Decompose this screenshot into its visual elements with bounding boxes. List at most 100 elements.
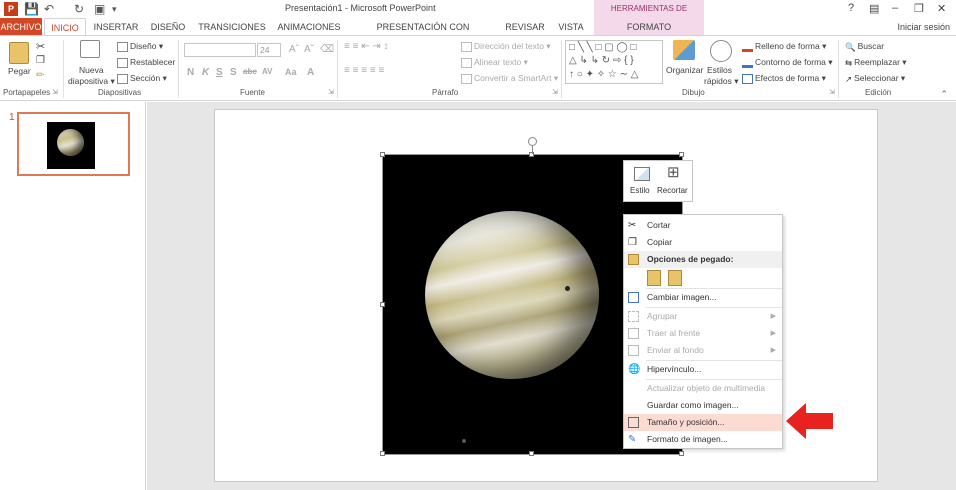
start-presentation-icon[interactable]: ▣ bbox=[94, 1, 105, 17]
italic-button[interactable]: K bbox=[202, 67, 209, 78]
dialog-launcher-icon[interactable]: ⇲ bbox=[52, 88, 58, 96]
tab-animaciones[interactable]: ANIMACIONES bbox=[274, 18, 344, 36]
menu-item-change-picture[interactable]: Cambiar imagen... bbox=[624, 289, 782, 306]
arrange-icon[interactable] bbox=[673, 40, 695, 60]
style-button[interactable]: Estilo bbox=[630, 186, 650, 195]
strikethrough-button[interactable]: abc bbox=[243, 67, 257, 76]
format-painter-icon[interactable]: ✏ bbox=[36, 70, 44, 81]
dialog-launcher-icon[interactable]: ⇲ bbox=[552, 88, 558, 96]
cut-icon[interactable]: ✂ bbox=[36, 40, 45, 53]
menu-item-bring-front[interactable]: Traer al frente ▶ bbox=[624, 325, 782, 342]
crop-icon[interactable]: ⊞ bbox=[667, 163, 680, 181]
section-button[interactable]: Sección ▾ bbox=[117, 73, 167, 84]
redo-icon[interactable]: ↻ bbox=[74, 1, 84, 17]
copy-icon[interactable]: ❐ bbox=[36, 55, 45, 66]
resize-handle-w[interactable] bbox=[380, 302, 385, 307]
quick-styles-dropdown[interactable]: rápidos ▾ bbox=[704, 76, 739, 87]
tab-insertar[interactable]: INSERTAR bbox=[90, 18, 142, 36]
shape-effects-button[interactable]: Efectos de forma ▾ bbox=[742, 73, 826, 84]
arrange-button[interactable]: Organizar bbox=[666, 65, 703, 75]
menu-item-copy[interactable]: ❐ Copiar bbox=[624, 234, 782, 251]
new-slide-button[interactable]: Nueva bbox=[79, 65, 104, 75]
tab-transiciones[interactable]: TRANSICIONES bbox=[194, 18, 270, 36]
layout-icon bbox=[117, 41, 128, 52]
menu-item-group[interactable]: Agrupar ▶ bbox=[624, 308, 782, 325]
menu-item-format-picture[interactable]: ✎ Formato de imagen... bbox=[624, 431, 782, 448]
shape-outline-button[interactable]: Contorno de forma ▾ bbox=[742, 57, 833, 68]
align-text-button[interactable]: Alinear texto ▾ bbox=[461, 57, 528, 68]
select-button[interactable]: ↗ Seleccionar ▾ bbox=[845, 73, 905, 84]
restore-button[interactable]: ❐ bbox=[914, 2, 924, 15]
replace-button[interactable]: ⇆ Reemplazar ▾ bbox=[845, 57, 907, 68]
shapes-row-2[interactable]: △ ↳ ↳ ↻ ⇨ { } bbox=[569, 55, 634, 66]
align-icons[interactable]: ≡ ≡ ≡ ≡ ≡ bbox=[344, 65, 384, 76]
menu-item-send-back[interactable]: Enviar al fondo ▶ bbox=[624, 342, 782, 359]
font-name-combo[interactable] bbox=[184, 43, 256, 57]
layout-button[interactable]: Diseño ▾ bbox=[117, 41, 163, 52]
quick-styles-button[interactable]: Estilos bbox=[707, 65, 732, 75]
new-slide-dropdown[interactable]: diapositiva ▾ bbox=[68, 76, 115, 87]
find-button[interactable]: 🔍 Buscar bbox=[845, 41, 884, 52]
paste-as-picture-icon[interactable] bbox=[668, 270, 682, 286]
underline-button[interactable]: S bbox=[216, 67, 223, 78]
customize-qat-icon[interactable]: ▾ bbox=[112, 1, 117, 17]
crop-button[interactable]: Recortar bbox=[657, 186, 688, 195]
paste-keep-format-icon[interactable] bbox=[647, 270, 661, 286]
reset-button[interactable]: Restablecer bbox=[117, 57, 175, 68]
shapes-gallery[interactable]: □ ╲ ╲ □ ▢ ◯ □ △ ↳ ↳ ↻ ⇨ { } ↑ ○ ✦ ✧ ☆ ∼ … bbox=[565, 40, 663, 84]
tab-archivo[interactable]: ARCHIVO bbox=[0, 18, 42, 36]
menu-item-cut[interactable]: ✂ Cortar bbox=[624, 217, 782, 234]
powerpoint-logo-icon[interactable]: P bbox=[4, 2, 18, 16]
shape-fill-button[interactable]: Relleno de forma ▾ bbox=[742, 41, 826, 52]
resize-handle-se[interactable] bbox=[679, 451, 684, 456]
scissors-icon: ✂ bbox=[628, 220, 637, 231]
tab-inicio[interactable]: INICIO bbox=[44, 18, 86, 36]
tab-vista[interactable]: VISTA bbox=[552, 18, 590, 36]
paste-button[interactable]: Pegar bbox=[8, 66, 31, 76]
menu-item-save-as-picture[interactable]: Guardar como imagen... bbox=[624, 397, 782, 414]
resize-handle-nw[interactable] bbox=[380, 152, 385, 157]
grow-font-icon[interactable]: Aˆ bbox=[289, 44, 299, 55]
resize-handle-ne[interactable] bbox=[679, 152, 684, 157]
sign-in-link[interactable]: Iniciar sesión bbox=[897, 22, 950, 32]
ribbon-display-icon[interactable]: ▤ bbox=[869, 2, 879, 15]
font-color-button[interactable]: A bbox=[307, 67, 314, 78]
picture-style-icon[interactable] bbox=[634, 167, 650, 181]
tab-diseno[interactable]: DISEÑO bbox=[146, 18, 190, 36]
save-icon[interactable]: 💾 bbox=[24, 1, 39, 17]
shadow-button[interactable]: S bbox=[230, 67, 237, 78]
tab-formato[interactable]: FORMATO bbox=[594, 18, 704, 36]
group-icon bbox=[628, 311, 639, 322]
collapse-ribbon-icon[interactable]: ⌃ bbox=[940, 89, 948, 100]
menu-item-hyperlink[interactable]: 🌐 Hipervínculo... bbox=[624, 361, 782, 378]
minimize-button[interactable]: – bbox=[892, 2, 898, 14]
context-menu: ✂ Cortar ❐ Copiar Opciones de pegado: Ca… bbox=[623, 214, 783, 449]
char-spacing-button[interactable]: AV bbox=[262, 67, 273, 76]
shapes-row-1[interactable]: □ ╲ ╲ □ ▢ ◯ □ bbox=[569, 42, 636, 53]
undo-icon[interactable]: ↶ bbox=[44, 1, 54, 17]
shrink-font-icon[interactable]: Aˇ bbox=[304, 44, 314, 55]
text-direction-button[interactable]: Dirección del texto ▾ bbox=[461, 41, 551, 52]
clear-format-icon[interactable]: ⌫ bbox=[320, 44, 334, 55]
close-button[interactable]: ✕ bbox=[937, 2, 946, 15]
change-case-button[interactable]: Aa bbox=[285, 67, 297, 77]
menu-item-update-media[interactable]: Actualizar objeto de multimedia bbox=[624, 380, 782, 397]
paste-icon[interactable] bbox=[9, 42, 29, 64]
bold-button[interactable]: N bbox=[187, 67, 194, 78]
tab-presentacion[interactable]: PRESENTACIÓN CON DIAPOSITIVAS bbox=[348, 18, 498, 50]
bullets-icon[interactable]: ≡ ≡ ⇤ ⇥ ↕ bbox=[344, 41, 389, 52]
new-slide-icon[interactable] bbox=[80, 40, 100, 58]
shapes-row-3[interactable]: ↑ ○ ✦ ✧ ☆ ∼ △ bbox=[569, 69, 639, 80]
resize-handle-sw[interactable] bbox=[380, 451, 385, 456]
rotation-handle[interactable] bbox=[528, 137, 537, 146]
size-position-icon bbox=[628, 417, 639, 428]
help-button[interactable]: ? bbox=[848, 2, 854, 14]
smartart-button[interactable]: Convertir a SmartArt ▾ bbox=[461, 73, 558, 84]
tab-revisar[interactable]: REVISAR bbox=[502, 18, 548, 36]
font-size-combo[interactable]: 24 bbox=[257, 43, 281, 57]
menu-item-size-position[interactable]: Tamaño y posición... bbox=[624, 414, 782, 431]
dialog-launcher-icon[interactable]: ⇲ bbox=[829, 88, 835, 96]
resize-handle-s[interactable] bbox=[529, 451, 534, 456]
dialog-launcher-icon[interactable]: ⇲ bbox=[328, 88, 334, 96]
quick-styles-icon[interactable] bbox=[710, 40, 732, 62]
